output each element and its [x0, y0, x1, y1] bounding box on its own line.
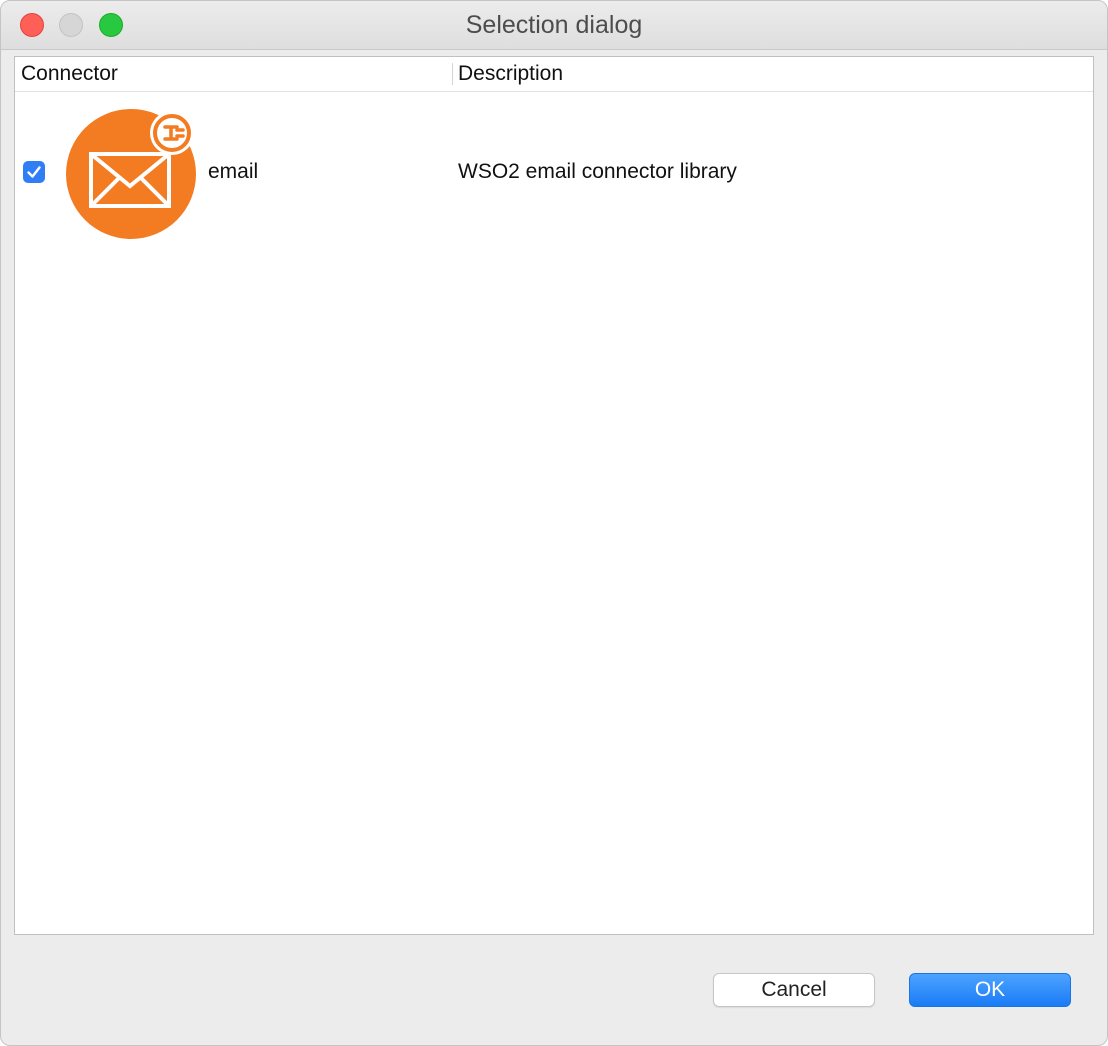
- email-connector-icon: [66, 109, 196, 239]
- connector-checkbox[interactable]: [23, 161, 45, 183]
- connector-name: email: [208, 160, 259, 183]
- table-row[interactable]: email WSO2 email connector library: [15, 57, 1093, 239]
- title-bar: Selection dialog: [1, 1, 1107, 50]
- connector-table: Connector Description email WSO2 email c…: [14, 56, 1094, 935]
- ok-button[interactable]: OK: [909, 973, 1071, 1007]
- selection-dialog-window: Selection dialog Connector Description e…: [0, 0, 1108, 1046]
- cancel-button[interactable]: Cancel: [713, 973, 875, 1007]
- connector-description: WSO2 email connector library: [458, 160, 737, 183]
- window-title: Selection dialog: [465, 11, 643, 39]
- checkmark-icon: [27, 166, 41, 178]
